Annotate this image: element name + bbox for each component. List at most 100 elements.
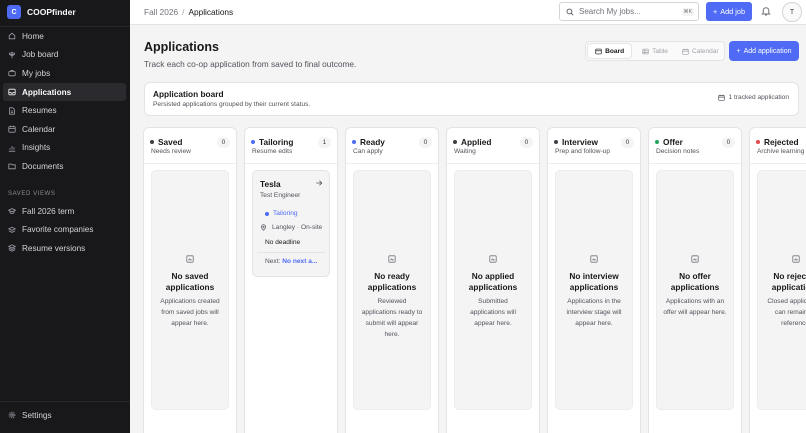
sidebar-item-settings[interactable]: Settings <box>3 406 126 425</box>
avatar[interactable]: T <box>782 2 802 22</box>
column-subtitle: Needs review <box>151 148 191 155</box>
column-header: Saved 0 <box>150 135 230 149</box>
empty-text: Submitted applications will appear here. <box>470 298 516 327</box>
column-dropzone[interactable]: No ready applications Reviewed applicati… <box>353 170 431 410</box>
column-divider <box>144 163 236 164</box>
sidebar-item-label: Home <box>22 31 44 41</box>
add-job-button[interactable]: + Add job <box>706 2 752 21</box>
sidebar-item-label: Settings <box>22 410 52 420</box>
saved-views: Fall 2026 term Favorite companies Resume… <box>3 202 126 258</box>
column-dropzone[interactable]: No offer applications Applications with … <box>656 170 734 410</box>
saved-view-favorite-companies[interactable]: Favorite companies <box>3 221 126 240</box>
column-divider <box>750 163 806 164</box>
column-title: Applied <box>461 137 492 147</box>
breadcrumb-parent[interactable]: Fall 2026 <box>144 7 178 17</box>
card-status-label: Tailoring <box>273 210 298 217</box>
sidebar-item-insights[interactable]: Insights <box>3 139 126 158</box>
sidebar-item-applications[interactable]: Applications <box>3 82 126 102</box>
column-title: Rejected <box>764 137 799 147</box>
empty-title: No applied applications <box>468 271 518 292</box>
view-table-label: Table <box>652 47 668 55</box>
column-header: Interview 0 <box>554 135 634 149</box>
stack-icon <box>8 244 16 253</box>
column-dropzone[interactable]: No rejected applications Closed applicat… <box>757 170 806 410</box>
column-dropzone[interactable]: No saved applications Applications creat… <box>151 170 229 410</box>
add-application-label: Add application <box>743 47 792 55</box>
column-ready: Ready 0 Can apply No ready applications … <box>345 127 439 433</box>
column-title: Saved <box>158 137 183 147</box>
sidebar-item-label: Documents <box>22 161 64 171</box>
card-role: Test Engineer <box>260 192 301 199</box>
card-status-badge: Tailoring <box>265 210 298 217</box>
column-tailoring: Tailoring 1 Resume edits Tesla Test Engi… <box>244 127 338 433</box>
add-application-button[interactable]: + Add application <box>729 41 799 61</box>
column-dropzone[interactable]: No interview applications Applications i… <box>555 170 633 410</box>
brand-name: COOPfinder <box>27 7 76 17</box>
sidebar-item-my-jobs[interactable]: My jobs <box>3 64 126 83</box>
image-icon <box>590 255 598 263</box>
sidebar-item-resumes[interactable]: Resumes <box>3 101 126 120</box>
column-title: Offer <box>663 137 683 147</box>
sidebar-item-label: My jobs <box>22 68 51 78</box>
bell-icon[interactable] <box>761 6 771 16</box>
status-dot <box>150 140 154 144</box>
view-board-button[interactable]: Board <box>588 44 632 58</box>
column-dropzone[interactable]: No applied applications Submitted applic… <box>454 170 532 410</box>
layers-icon <box>8 226 16 233</box>
brand[interactable]: C COOPfinder <box>7 4 76 20</box>
column-count: 0 <box>520 136 533 148</box>
empty-title: No offer applications <box>670 271 720 292</box>
card-next-label: Next: <box>265 258 281 265</box>
calendar-icon <box>717 94 725 101</box>
gear-icon <box>8 412 16 419</box>
search-shortcut: ⌘K <box>681 7 694 16</box>
image-icon <box>691 255 699 263</box>
board-subtitle: Persisted applications grouped by their … <box>153 101 311 108</box>
file-icon <box>9 107 15 115</box>
image-icon <box>792 255 800 263</box>
saved-view-resume-versions[interactable]: Resume versions <box>3 239 126 258</box>
tracked-count-label: 1 tracked application <box>728 94 789 101</box>
sidebar-item-label: Resumes <box>22 106 57 116</box>
application-card[interactable]: Tesla Test Engineer Tailoring Langley · … <box>252 170 330 277</box>
column-subtitle: Waiting <box>454 148 476 155</box>
status-dot <box>251 140 255 144</box>
settings-section: Settings <box>3 406 126 425</box>
column-count: 0 <box>217 136 230 148</box>
saved-view-fall-2026[interactable]: Fall 2026 term <box>3 202 126 221</box>
kanban-board: Saved 0 Needs review No saved applicatio… <box>143 127 806 433</box>
sidebar-item-home[interactable]: Home <box>3 27 126 46</box>
empty-title: No interview applications <box>569 271 619 292</box>
sidebar-item-label: Favorite companies <box>22 225 94 235</box>
column-applied: Applied 0 Waiting No applied application… <box>446 127 540 433</box>
status-dot <box>352 140 356 144</box>
status-dot <box>655 140 659 144</box>
empty-title: No rejected applications <box>771 271 806 292</box>
column-title: Ready <box>360 137 385 147</box>
card-next-value[interactable]: No next a... <box>282 258 317 265</box>
sidebar: C COOPfinder Home Job board My jobs Appl… <box>0 0 130 433</box>
sidebar-item-calendar[interactable]: Calendar <box>3 120 126 139</box>
briefcase-icon <box>8 70 16 77</box>
empty-state: No ready applications Reviewed applicati… <box>354 255 430 340</box>
calendar-icon <box>8 126 16 133</box>
status-dot <box>453 140 457 144</box>
status-dot <box>554 140 558 144</box>
empty-text: Applications created from saved jobs wil… <box>160 298 220 327</box>
card-location: Langley · On-site <box>260 224 322 231</box>
column-subtitle: Prep and follow-up <box>555 148 610 155</box>
image-icon <box>186 255 194 263</box>
search-input[interactable]: Search My jobs... ⌘K <box>559 2 699 21</box>
sidebar-item-documents[interactable]: Documents <box>3 157 126 176</box>
empty-title: No saved applications <box>165 271 215 292</box>
breadcrumb: Fall 2026 / Applications <box>144 7 233 17</box>
view-table-button[interactable]: Table <box>633 44 676 58</box>
arrow-right-icon[interactable] <box>315 179 323 187</box>
column-header: Rejected 0 <box>756 135 806 149</box>
column-divider <box>245 163 337 164</box>
saved-views-label: SAVED VIEWS <box>8 191 56 197</box>
empty-title: No ready applications <box>367 271 417 292</box>
view-calendar-button[interactable]: Calendar <box>679 44 722 58</box>
sidebar-item-job-board[interactable]: Job board <box>3 46 126 65</box>
column-subtitle: Resume edits <box>252 148 293 155</box>
